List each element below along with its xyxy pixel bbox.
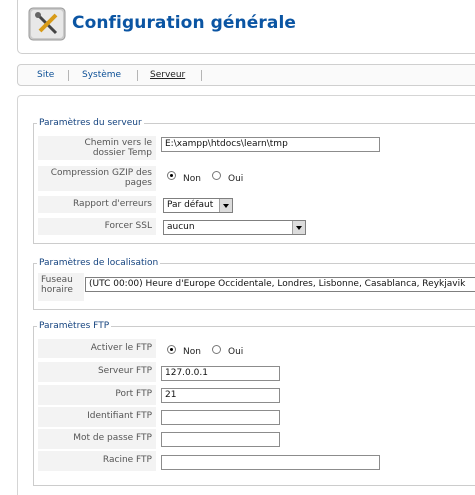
ftp-user-input[interactable]	[161, 410, 280, 425]
tab-bar: Site Système Serveur	[17, 64, 475, 86]
ftp-enable-label: Activer le FTP	[38, 339, 156, 359]
ftp-password-label: Mot de passe FTP	[38, 429, 156, 450]
tab-server[interactable]: Serveur	[150, 70, 185, 80]
ftp-no-radio[interactable]	[167, 345, 176, 354]
page-title: Configuration générale	[72, 13, 297, 33]
ftp-root-label: Racine FTP	[38, 451, 156, 472]
locale-settings-legend: Paramètres de localisation	[37, 258, 161, 268]
ftp-host-label: Serveur FTP	[38, 362, 156, 383]
force-ssl-value: aucun	[167, 222, 195, 232]
force-ssl-select[interactable]: aucun	[163, 220, 306, 235]
gzip-label: Compression GZIP des pages	[38, 166, 156, 192]
tools-icon	[28, 7, 66, 41]
ftp-host-input[interactable]: 127.0.0.1	[161, 366, 280, 381]
ftp-password-input[interactable]	[161, 432, 280, 447]
timezone-select[interactable]: (UTC 00:00) Heure d'Europe Occidentale, …	[85, 277, 475, 292]
timezone-label: Fuseau horaire	[38, 273, 84, 302]
temp-path-input[interactable]: E:\xampp\htdocs\learn\tmp	[161, 137, 380, 152]
ftp-root-input[interactable]	[161, 455, 380, 470]
error-reporting-select[interactable]: Par défaut	[163, 198, 233, 213]
gzip-yes-label: Oui	[228, 174, 244, 184]
ftp-no-label: Non	[183, 347, 201, 357]
tab-divider	[68, 70, 69, 81]
chevron-down-icon	[292, 221, 305, 234]
error-reporting-label: Rapport d'erreurs	[38, 196, 156, 214]
tab-divider	[137, 70, 138, 81]
tab-system[interactable]: Système	[82, 70, 121, 80]
tab-divider	[201, 70, 202, 81]
ftp-port-input[interactable]: 21	[161, 388, 280, 403]
ftp-port-label: Port FTP	[38, 385, 156, 406]
ftp-yes-label: Oui	[228, 347, 244, 357]
ftp-settings-legend: Paramètres FTP	[37, 321, 112, 331]
force-ssl-label: Forcer SSL	[38, 218, 156, 236]
gzip-yes-radio[interactable]	[212, 171, 221, 180]
gzip-no-label: Non	[183, 174, 201, 184]
ftp-user-label: Identifiant FTP	[38, 407, 156, 428]
server-settings-legend: Paramètres du serveur	[37, 118, 144, 128]
temp-path-label: Chemin vers le dossier Temp	[38, 136, 156, 161]
chevron-down-icon	[219, 199, 232, 212]
gzip-no-radio[interactable]	[167, 171, 176, 180]
tab-site[interactable]: Site	[37, 70, 54, 80]
error-reporting-value: Par défaut	[167, 200, 214, 210]
ftp-yes-radio[interactable]	[212, 345, 221, 354]
